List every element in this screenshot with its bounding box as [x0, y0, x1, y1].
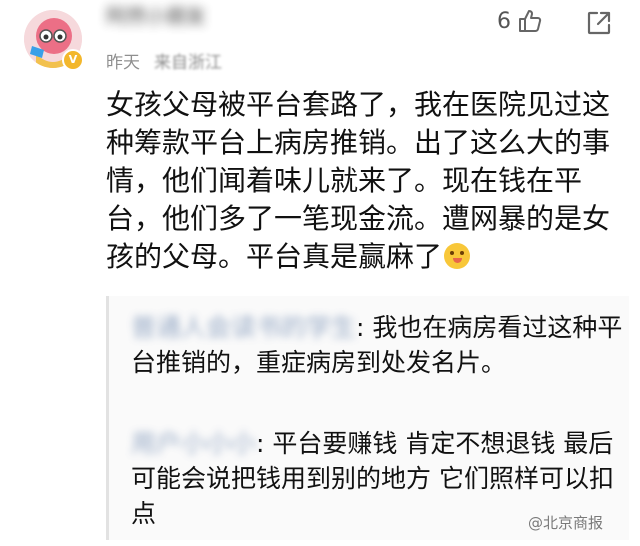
like-button[interactable]: 6	[497, 8, 543, 34]
like-count: 6	[497, 8, 511, 34]
comment-location: 来自浙江	[154, 53, 222, 73]
verified-badge: V	[62, 49, 84, 71]
comment-time: 昨天	[106, 53, 140, 73]
thumbs-up-icon	[519, 10, 542, 32]
watermark: @北京商报	[528, 512, 603, 533]
reply-username[interactable]: 用户小小小	[131, 426, 256, 461]
face-emoji-icon	[444, 243, 471, 269]
comment-body: 女孩父母被平台套路了，我在医院见过这种筹款平台上病房推销。出了这么大的事情，他们…	[106, 86, 626, 276]
reply-thread: 普通人会读书的学生: 我也在病房看过这种平台推销的，重症病房到处发名片。 用户小…	[106, 296, 629, 540]
watermark-text: @北京商报	[528, 514, 604, 532]
username[interactable]: 阿然小朋友	[106, 4, 226, 28]
reply-username[interactable]: 普通人会读书的学生	[131, 310, 356, 345]
share-button[interactable]	[586, 10, 612, 40]
reply-item[interactable]: 普通人会读书的学生: 我也在病房看过这种平台推销的，重症病房到处发名片。	[131, 310, 629, 380]
share-icon	[587, 11, 611, 35]
comment-meta: 昨天 来自浙江	[106, 48, 222, 73]
comment-text: 女孩父母被平台套路了，我在医院见过这种筹款平台上病房推销。出了这么大的事情，他们…	[106, 88, 611, 273]
